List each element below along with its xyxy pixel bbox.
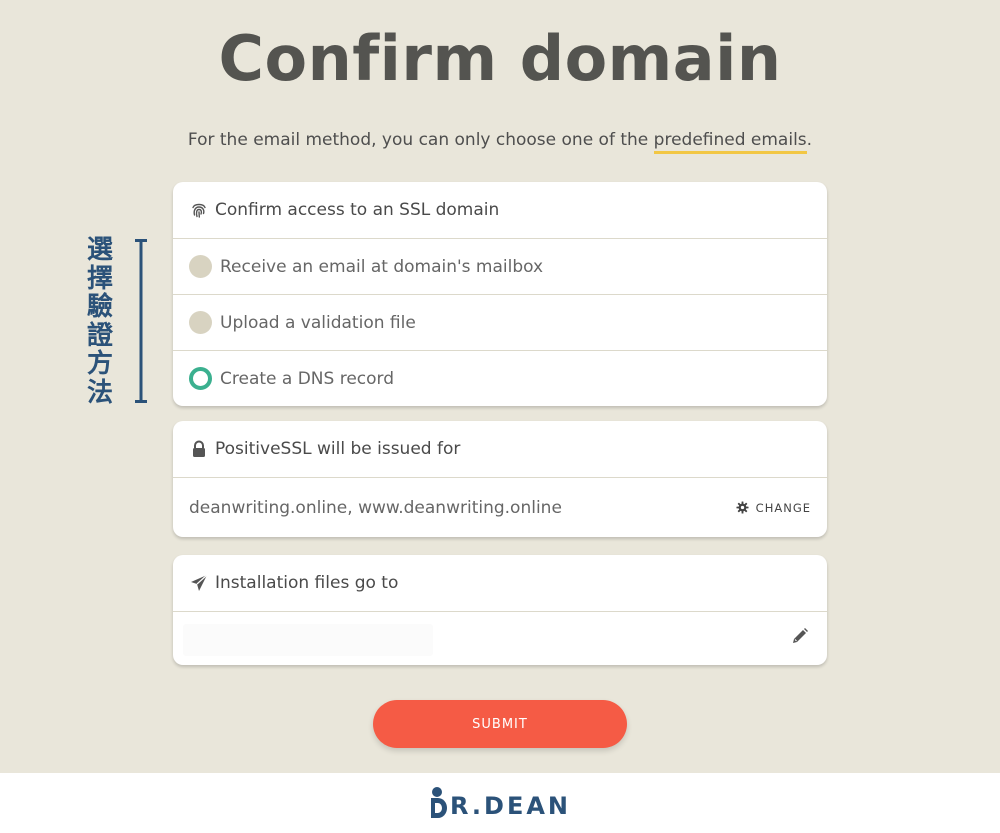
validation-header: Confirm access to an SSL domain <box>173 182 827 238</box>
install-header-label: Installation files go to <box>215 573 399 593</box>
option-file[interactable]: Upload a validation file <box>173 294 827 350</box>
ssl-domains-row: deanwriting.online, www.deanwriting.onli… <box>173 477 827 537</box>
radio-file[interactable] <box>189 311 212 334</box>
edit-path-button[interactable] <box>791 612 809 665</box>
dr-dean-logo: R.DEAN <box>428 786 571 826</box>
validation-header-label: Confirm access to an SSL domain <box>215 200 500 220</box>
change-button[interactable]: CHANGE <box>736 478 811 537</box>
option-email-label: Receive an email at domain's mailbox <box>220 256 544 277</box>
install-path-field[interactable] <box>183 624 433 656</box>
logo-text: R.DEAN <box>450 792 572 820</box>
install-header: Installation files go to <box>173 555 827 611</box>
dr-dean-logo-icon <box>428 786 450 826</box>
ssl-issued-card: PositiveSSL will be issued for deanwriti… <box>173 421 827 537</box>
radio-email[interactable] <box>189 255 212 278</box>
ssl-header-label: PositiveSSL will be issued for <box>215 439 461 459</box>
subtitle-text: For the email method, you can only choos… <box>187 130 654 150</box>
lock-icon <box>189 440 209 458</box>
submit-button[interactable]: SUBMIT <box>373 700 627 748</box>
option-file-label: Upload a validation file <box>220 312 416 333</box>
installation-card: Installation files go to <box>173 555 827 665</box>
annotation-bracket <box>135 239 147 403</box>
pencil-icon <box>791 627 809 650</box>
page-subtitle: For the email method, you can only choos… <box>0 130 1000 154</box>
fingerprint-icon <box>189 201 209 219</box>
radio-dns-selected[interactable] <box>189 367 212 390</box>
option-dns[interactable]: Create a DNS record <box>173 350 827 406</box>
ssl-domains: deanwriting.online, www.deanwriting.onli… <box>189 497 562 518</box>
predefined-emails-link[interactable]: predefined emails <box>653 130 807 154</box>
annotation-label: 選擇驗證方法 <box>86 235 113 408</box>
subtitle-period: . <box>806 130 813 150</box>
paper-plane-icon <box>189 574 209 592</box>
change-label: CHANGE <box>755 500 811 515</box>
validation-method-card: Confirm access to an SSL domain Receive … <box>173 182 827 406</box>
install-path-row <box>173 611 827 665</box>
option-dns-label: Create a DNS record <box>220 368 395 389</box>
page-title: Confirm domain <box>218 22 782 95</box>
gear-icon <box>736 501 750 514</box>
option-email[interactable]: Receive an email at domain's mailbox <box>173 238 827 294</box>
page-background: Confirm domain For the email method, you… <box>0 0 1000 773</box>
ssl-header: PositiveSSL will be issued for <box>173 421 827 477</box>
